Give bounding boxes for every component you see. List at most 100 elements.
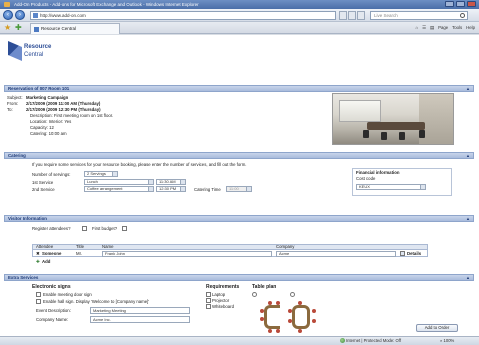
company-name-input[interactable]: Acme Inc.	[90, 316, 190, 323]
menu-page[interactable]: Page	[438, 25, 448, 31]
sign1-checkbox[interactable]	[36, 292, 41, 297]
extra-header-text: Extra Services	[8, 275, 39, 280]
service1-time-select[interactable]: 11:30 AM	[156, 179, 186, 185]
cost-code-select[interactable]: KEUX	[356, 184, 426, 190]
catering-header-text: Catering	[8, 153, 26, 158]
projector-checkbox[interactable]	[206, 298, 211, 303]
room-chair	[381, 132, 387, 140]
dropdown-icon[interactable]	[246, 187, 251, 191]
url-input[interactable]: http://www.add-on.com	[30, 11, 336, 20]
dropdown-icon[interactable]	[112, 172, 117, 176]
service2-item-select[interactable]: Coffee arrangement	[84, 186, 154, 192]
ie-icon	[4, 2, 10, 7]
feeds-icon[interactable]: ☰	[422, 25, 426, 31]
room-table	[367, 122, 425, 130]
table-plan-diagram	[260, 301, 320, 333]
search-placeholder: Live Search	[374, 13, 398, 18]
go-button[interactable]	[348, 11, 356, 20]
company-name-value: Acme Inc.	[93, 317, 111, 322]
whiteboard-checkbox[interactable]	[206, 304, 211, 309]
details-icon[interactable]	[400, 251, 405, 256]
seat-icon	[288, 309, 292, 313]
seat-icon	[276, 329, 280, 333]
col-title: Title	[76, 244, 84, 249]
collapse-icon[interactable]: ▲	[466, 217, 470, 221]
event-desc-label: Event Description:	[36, 308, 71, 313]
row-company-value: Acme	[279, 251, 290, 256]
laptop-checkbox[interactable]	[206, 292, 211, 297]
menu-help[interactable]: Help	[466, 25, 475, 31]
status-bar: Internet | Protected Mode: Off ⌕ 100%	[0, 336, 479, 345]
search-input[interactable]: Live Search	[370, 11, 468, 20]
add-favorites-icon[interactable]: ✚	[15, 24, 23, 32]
refresh-button[interactable]	[339, 11, 347, 20]
zoom-level[interactable]: ⌕ 100%	[440, 337, 454, 345]
home-icon[interactable]: ⌂	[416, 25, 419, 31]
from-value: 2/17/2009 (2009 11:00 AM (Thursday)	[26, 101, 101, 106]
add-icon[interactable]: ✚	[36, 259, 40, 264]
add-attendee-link[interactable]: Add	[42, 259, 50, 264]
collapse-icon[interactable]: ▲	[466, 276, 470, 280]
visitor-section-header[interactable]: Visitor Information ▲	[4, 215, 474, 222]
search-icon[interactable]	[460, 13, 465, 18]
reservation-section-header[interactable]: Reservation of 007 Room 101 ▲	[4, 85, 474, 92]
row-company-input[interactable]: Acme	[276, 251, 396, 257]
tableplan-u-radio[interactable]	[252, 292, 257, 297]
resource-central-logo: Resource Central	[8, 41, 68, 65]
from-label: From:	[7, 101, 19, 106]
security-zone[interactable]: Internet | Protected Mode: Off	[340, 337, 401, 345]
tableplan-o-radio[interactable]	[290, 292, 295, 297]
tab-resource-central[interactable]: Resource Central	[30, 23, 120, 34]
financial-header: Financial information	[356, 170, 400, 175]
forward-button[interactable]: ›	[15, 10, 25, 20]
sign2-checkbox[interactable]	[36, 299, 41, 304]
url-text: http://www.add-on.com	[40, 13, 86, 18]
event-desc-input[interactable]: Marketing Meeting	[90, 307, 190, 314]
add-to-order-button[interactable]: Add to Order	[416, 324, 458, 332]
dropdown-icon[interactable]	[148, 187, 153, 191]
u-shape-table[interactable]	[264, 305, 280, 329]
room-window	[339, 100, 381, 122]
catering-info-text: Catering: 10:00 am	[30, 131, 67, 136]
row-name-input[interactable]: Frank John	[102, 251, 272, 257]
dropdown-icon[interactable]	[180, 180, 185, 184]
favorites-star-icon[interactable]: ★	[4, 24, 12, 32]
details-link[interactable]: Details	[407, 251, 421, 256]
service1-item: Lunch	[87, 179, 98, 184]
menu-tools[interactable]: Tools	[452, 25, 462, 31]
o-shape-table[interactable]	[292, 305, 310, 329]
window-title-bar: Add-On Products - Add-ons for Microsoft …	[0, 0, 479, 9]
servings-select[interactable]: 2 Servings	[84, 171, 118, 177]
electronic-signs-header: Electronic signs	[32, 284, 71, 290]
dropdown-icon[interactable]	[148, 180, 153, 184]
register-checkbox[interactable]	[82, 226, 87, 231]
close-button[interactable]	[467, 1, 476, 7]
print-icon[interactable]: ▤	[430, 25, 434, 31]
service1-item-select[interactable]: Lunch	[84, 179, 154, 185]
catering-time-select[interactable]: 11:00	[226, 186, 252, 192]
stop-button[interactable]	[357, 11, 365, 20]
event-desc-value: Marketing Meeting	[93, 308, 126, 313]
catering-section-header[interactable]: Catering ▲	[4, 152, 474, 159]
capacity-text: Capacity: 12	[30, 125, 54, 130]
delete-icon[interactable]: ✖	[36, 251, 40, 256]
internet-globe-icon	[340, 338, 345, 344]
url-buttons	[339, 11, 365, 20]
maximize-button[interactable]	[456, 1, 465, 7]
collapse-icon[interactable]: ▲	[466, 154, 470, 158]
whiteboard-label: Whiteboard	[212, 304, 234, 309]
extra-services-section-header[interactable]: Extra Services ▲	[4, 274, 474, 281]
dropdown-icon[interactable]	[180, 187, 185, 191]
collapse-icon[interactable]: ▲	[466, 87, 470, 91]
tab-label: Resource Central	[41, 26, 77, 31]
row-attendee: Someone	[42, 251, 62, 256]
minimize-button[interactable]	[445, 1, 454, 7]
cost-code-value: KEUX	[359, 184, 370, 189]
back-button[interactable]: ‹	[3, 10, 13, 20]
service2-time-select[interactable]: 12:30 PM	[156, 186, 186, 192]
dropdown-icon[interactable]	[420, 185, 425, 189]
visitor-header-text: Visitor Information	[8, 216, 47, 221]
first-budget-checkbox[interactable]	[122, 226, 127, 231]
logo-mark-icon	[8, 41, 22, 61]
subject-label: Subject:	[7, 95, 23, 100]
